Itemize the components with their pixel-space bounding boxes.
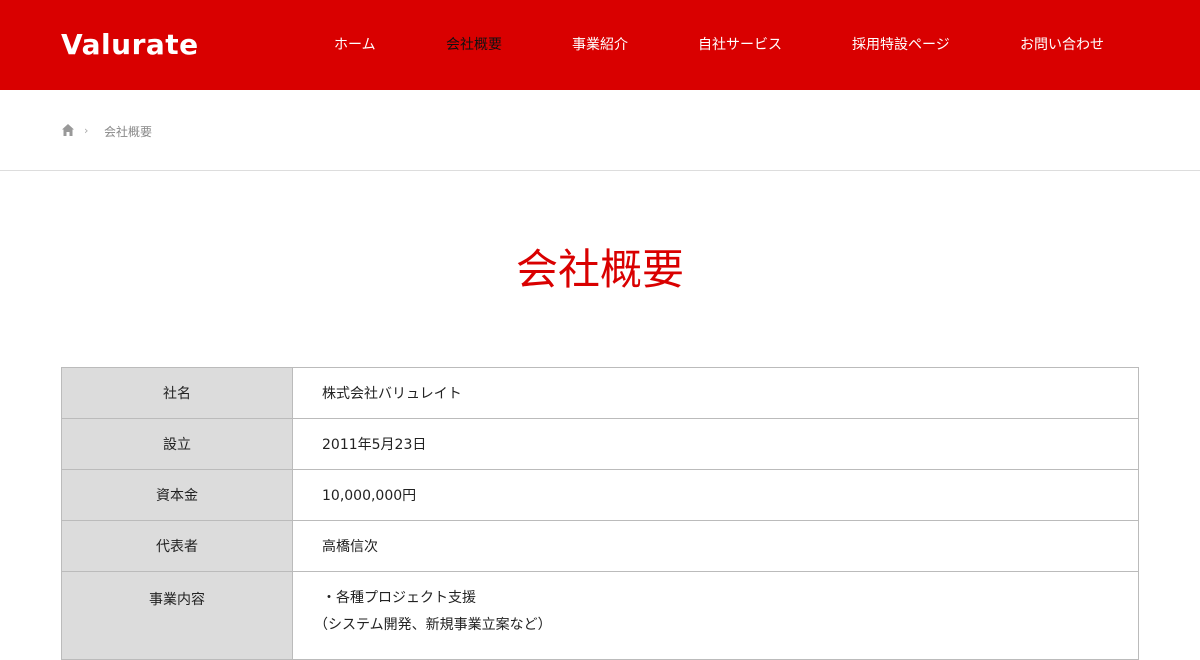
nav-item-company-profile[interactable]: 会社概要 [446,0,502,90]
row-value: 10,000,000円 [292,469,1139,521]
nav-item-recruit[interactable]: 採用特設ページ [852,0,950,90]
row-label: 代表者 [61,520,293,572]
nav-item-business[interactable]: 事業紹介 [572,0,628,90]
page-title: 会社概要 [515,245,684,294]
table-row: 社名 株式会社バリュレイト [61,367,1139,419]
site-logo[interactable]: Valurate [61,26,199,66]
row-value: ・各種プロジェクト支援 （システム開発、新規事業立案など） [292,571,1139,660]
row-value: 株式会社バリュレイト [292,367,1139,419]
business-line-2: （システム開発、新規事業立案など） [314,617,552,633]
nav-item-home[interactable]: ホーム [334,0,376,90]
company-info-table: 社名 株式会社バリュレイト 設立 2011年5月23日 資本金 10,000,0… [61,367,1139,660]
nav-item-services[interactable]: 自社サービス [698,0,782,90]
business-line-1: ・各種プロジェクト支援 [322,590,476,606]
breadcrumb [0,90,1200,171]
table-row: 事業内容 ・各種プロジェクト支援 （システム開発、新規事業立案など） [61,571,1139,660]
row-label: 事業内容 [61,571,293,660]
table-row: 設立 2011年5月23日 [61,418,1139,470]
row-label: 資本金 [61,469,293,521]
home-icon[interactable] [61,123,75,137]
nav-item-contact[interactable]: お問い合わせ [1020,0,1104,90]
row-value: 2011年5月23日 [292,418,1139,470]
site-header: Valurate ホーム 会社概要 事業紹介 自社サービス 採用特設ページ お問… [0,0,1200,90]
table-row: 代表者 高橋信次 [61,520,1139,572]
table-row: 資本金 10,000,000円 [61,469,1139,521]
row-label: 設立 [61,418,293,470]
breadcrumb-current: 会社概要 [104,125,153,139]
breadcrumb-separator: › [84,124,89,137]
row-value: 高橋信次 [292,520,1139,572]
row-label: 社名 [61,367,293,419]
